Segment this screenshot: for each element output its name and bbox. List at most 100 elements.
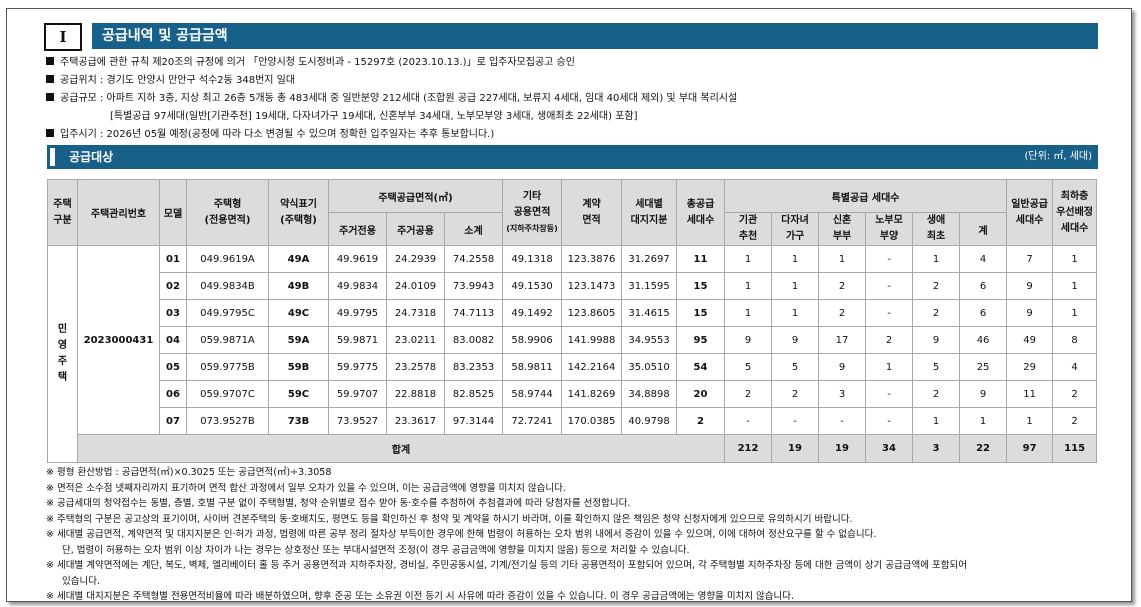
- square-bullet-icon: [46, 93, 54, 101]
- house-group-cell: 민 영 주 택: [47, 245, 78, 463]
- cell-model: 04: [159, 326, 187, 354]
- cell-subtotal: 74.7113: [443, 299, 504, 327]
- total-label: 합계: [76, 434, 726, 463]
- cell-type: 049.9834B: [186, 272, 269, 300]
- cell-common: 24.2939: [386, 245, 445, 273]
- cell-multi: -: [771, 407, 820, 435]
- section-header: I 공급내역 및 공급금액: [44, 23, 1098, 51]
- cell-subtotal: 97.3144: [443, 407, 504, 435]
- bullet-approval: 주택공급에 관한 규칙 제20조의 규정에 의거 「안양시청 도시정비과 - 1…: [46, 54, 1106, 72]
- cell-multi: 9: [771, 326, 820, 354]
- supply-table: 주택 구분 주택관리번호 모델 주택형 (전용면적) 약식표기 (주택형) 주택…: [47, 179, 1098, 463]
- table-body: 민 영 주 택 2023000431 01 049.9619A 49A 49.9619 24…: [47, 245, 1098, 463]
- col-contract-area: 계약 면적: [561, 179, 623, 246]
- cell-elder: 2: [865, 326, 914, 354]
- cell-multi: 5: [771, 353, 820, 381]
- note-mark: ※: [46, 513, 54, 525]
- cell-multi: 2: [771, 380, 820, 408]
- cell-inst: 1: [724, 272, 773, 300]
- header-text: 주택 구분: [53, 198, 72, 226]
- cell-sp_sum: 25: [959, 353, 1008, 381]
- cell-other: 49.1492: [502, 299, 563, 327]
- col-multi-child: 다자녀 가구: [771, 212, 820, 246]
- cell-exclusive: 59.9871: [328, 326, 387, 354]
- note-line: 단, 법령이 허용하는 오차 범위 이상 차이가 나는 경우는 상호정산 또는 …: [46, 543, 1106, 559]
- col-top-floor: 최하층 우선배정 세대수: [1052, 179, 1098, 246]
- col-subtotal: 소계: [443, 212, 504, 246]
- note-mark: ※: [46, 467, 54, 478]
- note-line: ※ 면적은 소수점 넷째자리까지 표기하여 면적 합산 과정에서 일부 오차가 …: [46, 481, 1106, 497]
- cell-other: 49.1530: [502, 272, 563, 300]
- col-mgmt-no: 주택관리번호: [77, 179, 160, 246]
- cell-general: 49: [1006, 326, 1054, 354]
- total-first-time: 22: [959, 434, 1008, 463]
- col-short-type: 약식표기 (주택형): [268, 179, 329, 246]
- total-institution: 19: [771, 434, 820, 463]
- cell-exclusive: 59.9775: [328, 353, 387, 381]
- cell-sp_sum: 1: [959, 407, 1008, 435]
- table-row: 03 049.9795C 49C 49.9795 24.7318 74.7113 49.14…: [48, 299, 1098, 327]
- table-row: 민 영 주 택 2023000431 01 049.9619A 49A 49.9619 24…: [47, 245, 1098, 463]
- cell-newlywed: -: [818, 407, 867, 435]
- cell-top: 2: [1052, 380, 1098, 408]
- total-multi-child: 19: [818, 434, 867, 463]
- note-mark: ※: [46, 591, 54, 602]
- col-institution: 기관 추천: [724, 212, 773, 246]
- cell-common: 23.0211: [386, 326, 445, 354]
- table-row: 05 059.9775B 59B 59.9775 23.2578 83.2353 58.98…: [48, 353, 1098, 381]
- cell-inst: 1: [724, 299, 773, 327]
- note-mark: ※: [46, 482, 54, 494]
- note-line: ※ 세대별 계약면적에는 계단, 복도, 벽체, 엘리베이터 홀 등 주거 공용…: [46, 558, 1106, 574]
- cell-short: 59A: [268, 326, 329, 354]
- note-text: 세대별 공급면적, 계약면적 및 대지지분은 인·허가 과정, 법령에 따른 공…: [57, 529, 877, 540]
- cell-subtotal: 74.2558: [443, 245, 504, 273]
- col-exclusive: 주거전용: [328, 212, 387, 246]
- total-units: 212: [724, 434, 773, 463]
- cell-inst: 5: [724, 353, 773, 381]
- cell-common: 23.3617: [386, 407, 445, 435]
- note-text: 있습니다.: [62, 575, 100, 587]
- cell-multi: 1: [771, 272, 820, 300]
- cell-first: 1: [912, 245, 961, 273]
- col-area-group: 주택공급면적(㎡): [327, 179, 504, 213]
- cell-total: 2: [676, 407, 726, 435]
- other-common-sub: (지하주차장등): [506, 223, 558, 233]
- cell-short: 73B: [268, 407, 329, 435]
- cell-type: 049.9619A: [186, 245, 269, 273]
- cell-general: 29: [1006, 353, 1054, 381]
- cell-inst: 2: [724, 380, 773, 408]
- col-house-group: 주택 구분: [47, 179, 78, 246]
- cell-elder: -: [865, 299, 914, 327]
- note-line: ※ 공급세대의 청약접수는 동별, 층별, 호별 구분 없이 주택형별, 청약 …: [46, 496, 1106, 512]
- cell-land: 35.0510: [621, 353, 678, 381]
- total-row: 합계 212 19 19 34 3 22 97 115 19: [48, 434, 1098, 463]
- cell-subtotal: 73.9943: [443, 272, 504, 300]
- cell-first: 2: [912, 299, 961, 327]
- cell-model: 05: [159, 353, 187, 381]
- cell-sp_sum: 46: [959, 326, 1008, 354]
- bullet-location: 공급위치 : 경기도 안양시 만안구 석수2동 348번지 일대: [46, 72, 1106, 90]
- overview-bullets: 주택공급에 관한 규칙 제20조의 규정에 의거 「안양시청 도시정비과 - 1…: [46, 54, 1106, 144]
- note-mark: ※: [46, 498, 54, 509]
- cell-inst: 1: [724, 245, 773, 273]
- cell-total: 11: [676, 245, 726, 273]
- col-total-units: 총공급 세대수: [676, 179, 726, 246]
- cell-common: 23.2578: [386, 353, 445, 381]
- cell-newlywed: 2: [818, 272, 867, 300]
- cell-elder: 1: [865, 353, 914, 381]
- note-text: 세대별 계약면적에는 계단, 복도, 벽체, 엘리베이터 홀 등 주거 공용면적…: [57, 560, 967, 571]
- cell-top: 1: [1052, 245, 1098, 273]
- note-line: ※ 세대별 대지지분은 주택형별 전용면적비율에 따라 배분하였으며, 향후 준…: [46, 589, 1106, 605]
- cell-land: 34.8898: [621, 380, 678, 408]
- cell-short: 49A: [268, 245, 329, 273]
- note-text: 공급세대의 청약접수는 동별, 층별, 호별 구분 없이 주택형별, 청약 순위…: [57, 498, 631, 509]
- cell-model: 01: [159, 245, 187, 273]
- cell-inst: -: [724, 407, 773, 435]
- cell-elder: -: [865, 245, 914, 273]
- cell-subtotal: 83.2353: [443, 353, 504, 381]
- cell-contract: 142.2164: [561, 353, 623, 381]
- note-text: 평형 환산방법 : 공급면적(㎡)×0.3025 또는 공급면적(㎡)÷3.30…: [57, 467, 332, 478]
- cell-contract: 123.1473: [561, 272, 623, 300]
- cell-short: 59B: [268, 353, 329, 381]
- note-mark: ※: [46, 560, 54, 571]
